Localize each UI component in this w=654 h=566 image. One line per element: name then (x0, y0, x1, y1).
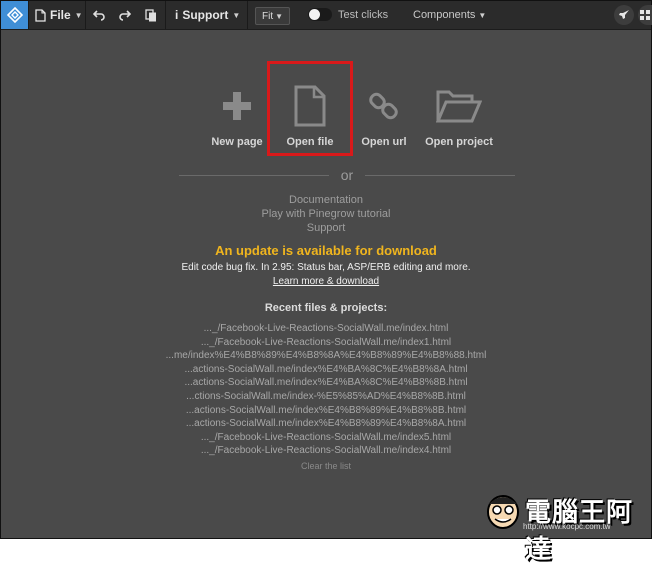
recent-file-item[interactable]: ..._/Facebook-Live-Reactions-SocialWall.… (1, 444, 651, 458)
info-icon: i (175, 8, 179, 22)
components-menu-button[interactable]: Components ▼ (413, 1, 486, 29)
support-menu-label: Support (182, 8, 229, 22)
support-link[interactable]: Support (1, 222, 651, 234)
link-icon (369, 92, 398, 120)
rocket-icon (619, 10, 629, 19)
chevron-down-icon: ▼ (232, 10, 241, 20)
test-clicks-label: Test clicks (338, 9, 389, 21)
mascot-icon (487, 495, 519, 529)
or-separator: or (340, 167, 354, 183)
copy-icon (145, 8, 156, 21)
update-title: An update is available for download (215, 243, 437, 258)
chevron-down-icon: ▼ (275, 11, 284, 21)
file-menu-button[interactable]: File ▼ (35, 1, 83, 29)
clear-list-link[interactable]: Clear the list (1, 461, 651, 471)
app-window: File ▼ i Support ▼ Fit ▼ Test clicks Com… (0, 0, 652, 564)
zoom-fit-dropdown[interactable]: Fit ▼ (255, 7, 291, 25)
publish-button[interactable] (614, 5, 634, 25)
redo-button[interactable] (119, 1, 131, 29)
open-project-label: Open project (425, 136, 493, 148)
plus-icon (223, 92, 251, 120)
pinegrow-logo-button[interactable] (1, 1, 28, 29)
redo-icon (119, 10, 131, 21)
undo-icon (93, 10, 105, 21)
pinegrow-logo-icon (6, 7, 23, 23)
open-file-highlight-box (267, 61, 353, 156)
grid-icon (640, 10, 650, 20)
recent-file-item[interactable]: ...ctions-SocialWall.me/index-%E5%85%AD%… (1, 390, 651, 404)
divider-left (179, 175, 329, 176)
recent-files-title: Recent files & projects: (264, 302, 388, 314)
open-url-label: Open url (361, 136, 407, 148)
chevron-down-icon: ▼ (74, 10, 83, 20)
documentation-link[interactable]: Documentation (1, 194, 651, 206)
recent-files-list: ..._/Facebook-Live-Reactions-SocialWall.… (1, 322, 651, 458)
support-menu-button[interactable]: i Support ▼ (175, 1, 240, 29)
recent-file-item[interactable]: ...actions-SocialWall.me/index%E4%B8%89%… (1, 417, 651, 431)
file-menu-label: File (50, 8, 71, 22)
site-watermark: 電腦王阿達 http://www.kocpc.com.tw (485, 488, 645, 564)
recent-file-item[interactable]: ..._/Facebook-Live-Reactions-SocialWall.… (1, 322, 651, 336)
recent-file-item[interactable]: ..._/Facebook-Live-Reactions-SocialWall.… (1, 336, 651, 350)
tutorial-link[interactable]: Play with Pinegrow tutorial (1, 208, 651, 220)
undo-button[interactable] (93, 1, 105, 29)
learn-more-link[interactable]: Learn more & download (1, 276, 651, 287)
test-clicks-toggle[interactable] (308, 8, 332, 21)
panels-button[interactable] (638, 5, 652, 25)
recent-file-item[interactable]: ...actions-SocialWall.me/index%E4%B8%89%… (1, 404, 651, 418)
recent-file-item[interactable]: ...me/index%E4%B8%89%E4%B8%8A%E4%B8%89%E… (1, 349, 651, 363)
open-project-button[interactable]: Open project (417, 82, 501, 148)
update-description: Edit code bug fix. In 2.95: Status bar, … (181, 262, 471, 273)
copy-button[interactable] (145, 1, 157, 29)
zoom-fit-label: Fit (262, 10, 274, 22)
top-toolbar: File ▼ i Support ▼ Fit ▼ Test clicks Com… (1, 1, 652, 30)
start-screen: New page Open file Open url Open project… (1, 30, 651, 564)
open-url-button[interactable]: Open url (342, 82, 426, 148)
chevron-down-icon: ▼ (478, 10, 487, 20)
toggle-knob (309, 9, 320, 20)
watermark-url: http://www.kocpc.com.tw (523, 522, 611, 531)
file-icon (35, 8, 46, 22)
folder-open-icon (436, 90, 482, 123)
divider-right (365, 175, 515, 176)
recent-file-item[interactable]: ...actions-SocialWall.me/index%E4%BA%8C%… (1, 376, 651, 390)
recent-file-item[interactable]: ...actions-SocialWall.me/index%E4%BA%8C%… (1, 363, 651, 377)
components-menu-label: Components (413, 9, 476, 21)
recent-file-item[interactable]: ..._/Facebook-Live-Reactions-SocialWall.… (1, 431, 651, 445)
